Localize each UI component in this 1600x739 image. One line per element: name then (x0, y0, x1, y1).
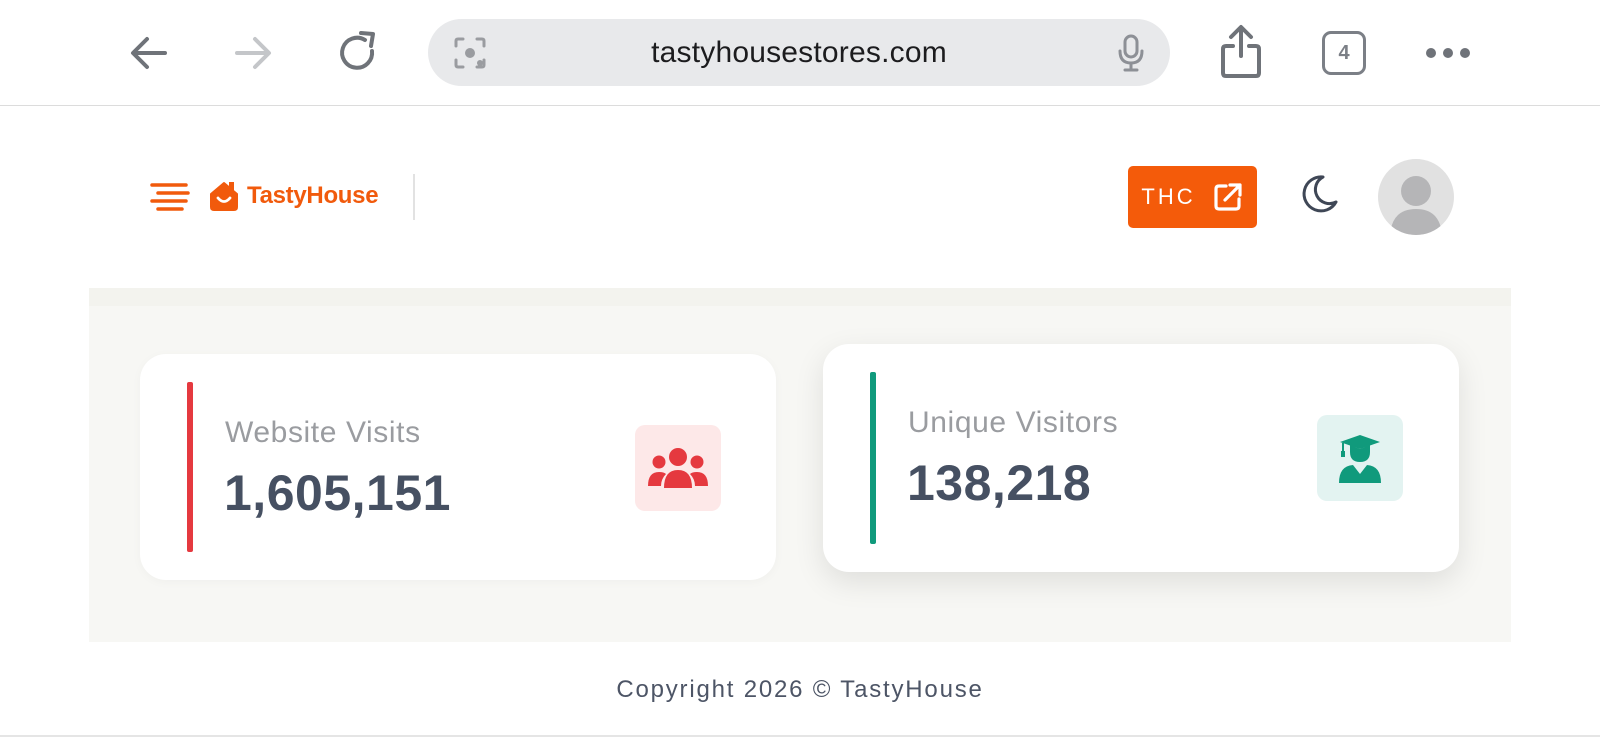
accent-bar (870, 372, 876, 544)
brand-logo[interactable]: TastyHouse (207, 179, 379, 213)
header-divider (413, 174, 415, 220)
reload-button[interactable] (333, 28, 383, 78)
copyright-text: Copyright 2026 © TastyHouse (616, 676, 984, 703)
url-text[interactable]: tastyhousestores.com (428, 19, 1170, 86)
footer: Copyright 2026 © TastyHouse (0, 642, 1600, 737)
stat-label: Unique Visitors (908, 406, 1119, 439)
accent-bar (187, 382, 193, 552)
external-link-icon (1214, 183, 1242, 211)
user-silhouette-icon (1390, 176, 1442, 235)
moon-icon[interactable] (1297, 172, 1341, 216)
browser-toolbar: tastyhousestores.com 4 (0, 0, 1600, 106)
app-header: TastyHouse THC (0, 106, 1600, 286)
menu-icon[interactable] (150, 182, 190, 212)
dashboard-content: Website Visits 1,605,151 Unique Visitors… (89, 288, 1511, 642)
thc-label: THC (1141, 184, 1196, 209)
forward-button[interactable] (228, 28, 278, 78)
stat-label: Website Visits (225, 416, 421, 449)
brand-name: TastyHouse (247, 182, 379, 209)
microphone-icon[interactable] (1116, 33, 1146, 73)
tab-count: 4 (1338, 41, 1350, 64)
stat-value: 138,218 (907, 455, 1092, 511)
house-logo-icon (210, 182, 238, 211)
arrow-right-icon (235, 37, 271, 69)
thc-external-button[interactable]: THC (1128, 166, 1257, 228)
stat-value: 1,605,151 (224, 465, 451, 521)
graduate-icon (1339, 435, 1381, 483)
more-options-icon[interactable] (1425, 38, 1471, 68)
reload-icon (340, 31, 375, 70)
user-avatar[interactable] (1378, 159, 1454, 235)
tab-switcher-button[interactable]: 4 (1322, 31, 1366, 75)
address-bar[interactable]: tastyhousestores.com (428, 19, 1170, 86)
stat-card-unique-visitors: Unique Visitors 138,218 (823, 344, 1459, 572)
back-button[interactable] (124, 28, 174, 78)
stat-icon-box (635, 425, 721, 511)
arrow-left-icon (131, 37, 167, 69)
users-icon (648, 448, 708, 488)
stat-icon-box (1317, 415, 1403, 501)
stat-card-website-visits: Website Visits 1,605,151 (140, 354, 776, 580)
share-icon[interactable] (1218, 22, 1264, 80)
